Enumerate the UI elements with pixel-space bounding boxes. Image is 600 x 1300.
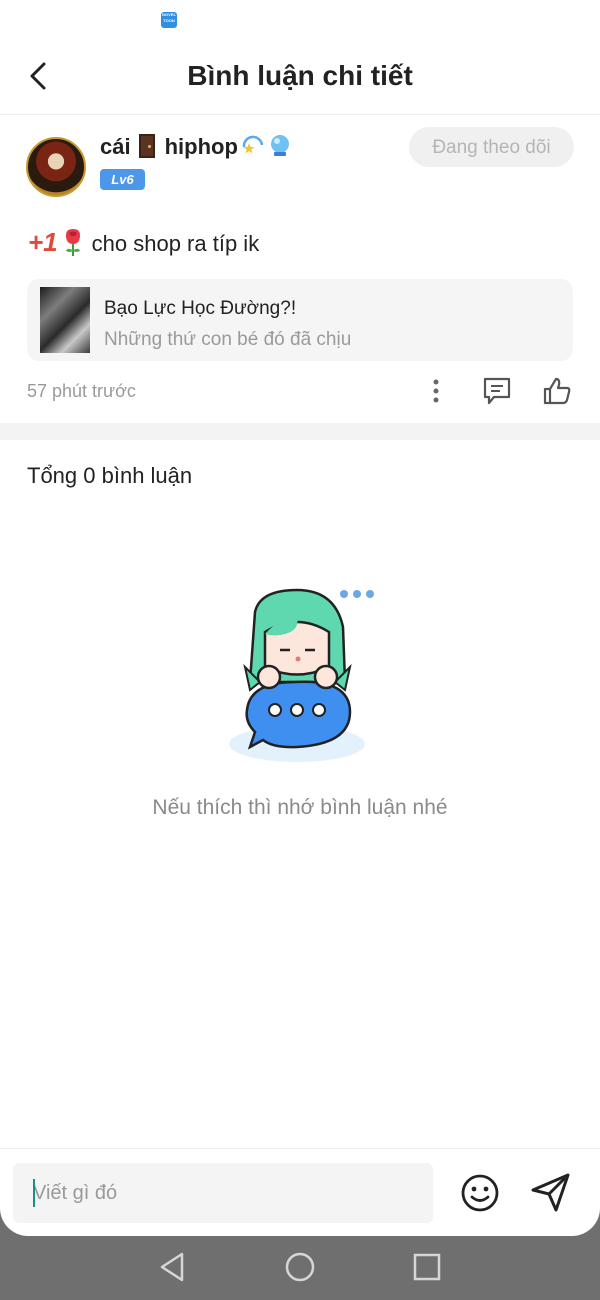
comment-input[interactable] — [13, 1163, 433, 1223]
empty-comments-message: Nếu thích thì nhớ bình luận nhé — [152, 796, 448, 819]
status-bar: NOVEL TOON — [0, 0, 600, 40]
text-caret — [33, 1179, 35, 1207]
like-icon — [543, 377, 571, 405]
user-name-suffix: hiphop — [164, 134, 238, 159]
send-icon — [531, 1173, 570, 1212]
nav-recents-button[interactable] — [411, 1250, 443, 1284]
header: Bình luận chi tiết — [0, 40, 600, 115]
comment-icon — [483, 377, 511, 405]
empty-comments-illustration — [229, 588, 374, 762]
post-time: 57 phút trước — [27, 381, 136, 401]
nav-back-button[interactable] — [156, 1250, 188, 1284]
page-title: Bình luận chi tiết — [187, 60, 413, 91]
sparkle-icon — [242, 135, 264, 154]
door-icon — [138, 134, 155, 158]
nav-back-icon — [160, 1252, 184, 1282]
screen: NOVEL TOON Bình luận chi tiết cái hiphop … — [0, 0, 600, 1236]
app-notification-icon: NOVEL TOON — [161, 12, 177, 28]
system-nav-bar — [0, 1236, 600, 1300]
follow-button[interactable]: Đang theo dõi — [409, 127, 574, 167]
emoji-icon — [461, 1174, 499, 1212]
user-name[interactable]: cái hiphop — [100, 133, 292, 160]
level-badge: Lv6 — [100, 169, 145, 190]
user-name-prefix: cái — [100, 134, 131, 159]
nav-home-button[interactable] — [284, 1250, 316, 1284]
comment-count: Tổng 0 bình luận — [27, 463, 193, 488]
more-button[interactable] — [422, 375, 450, 407]
book-subtitle: Những thứ con bé đó đã chịu — [104, 329, 352, 350]
orb-icon — [270, 135, 289, 156]
section-divider — [0, 423, 600, 440]
comment-button[interactable] — [480, 375, 514, 407]
avatar[interactable] — [26, 137, 86, 197]
post-text: +1 cho shop ra típ ik — [28, 227, 259, 258]
nav-recents-icon — [413, 1253, 441, 1281]
nav-home-icon — [285, 1252, 315, 1282]
comment-input-bar — [0, 1148, 600, 1236]
plus-one-label: +1 — [28, 227, 58, 257]
more-icon — [433, 379, 439, 403]
rose-icon — [65, 229, 80, 256]
post-body: cho shop ra típ ik — [91, 231, 260, 256]
emoji-button[interactable] — [458, 1171, 502, 1215]
book-title: Bạo Lực Học Đường?! — [104, 298, 297, 319]
send-button[interactable] — [528, 1169, 574, 1215]
book-card[interactable]: Bạo Lực Học Đường?! Những thứ con bé đó … — [27, 279, 573, 361]
book-cover-image — [40, 287, 90, 353]
like-button[interactable] — [540, 375, 574, 407]
